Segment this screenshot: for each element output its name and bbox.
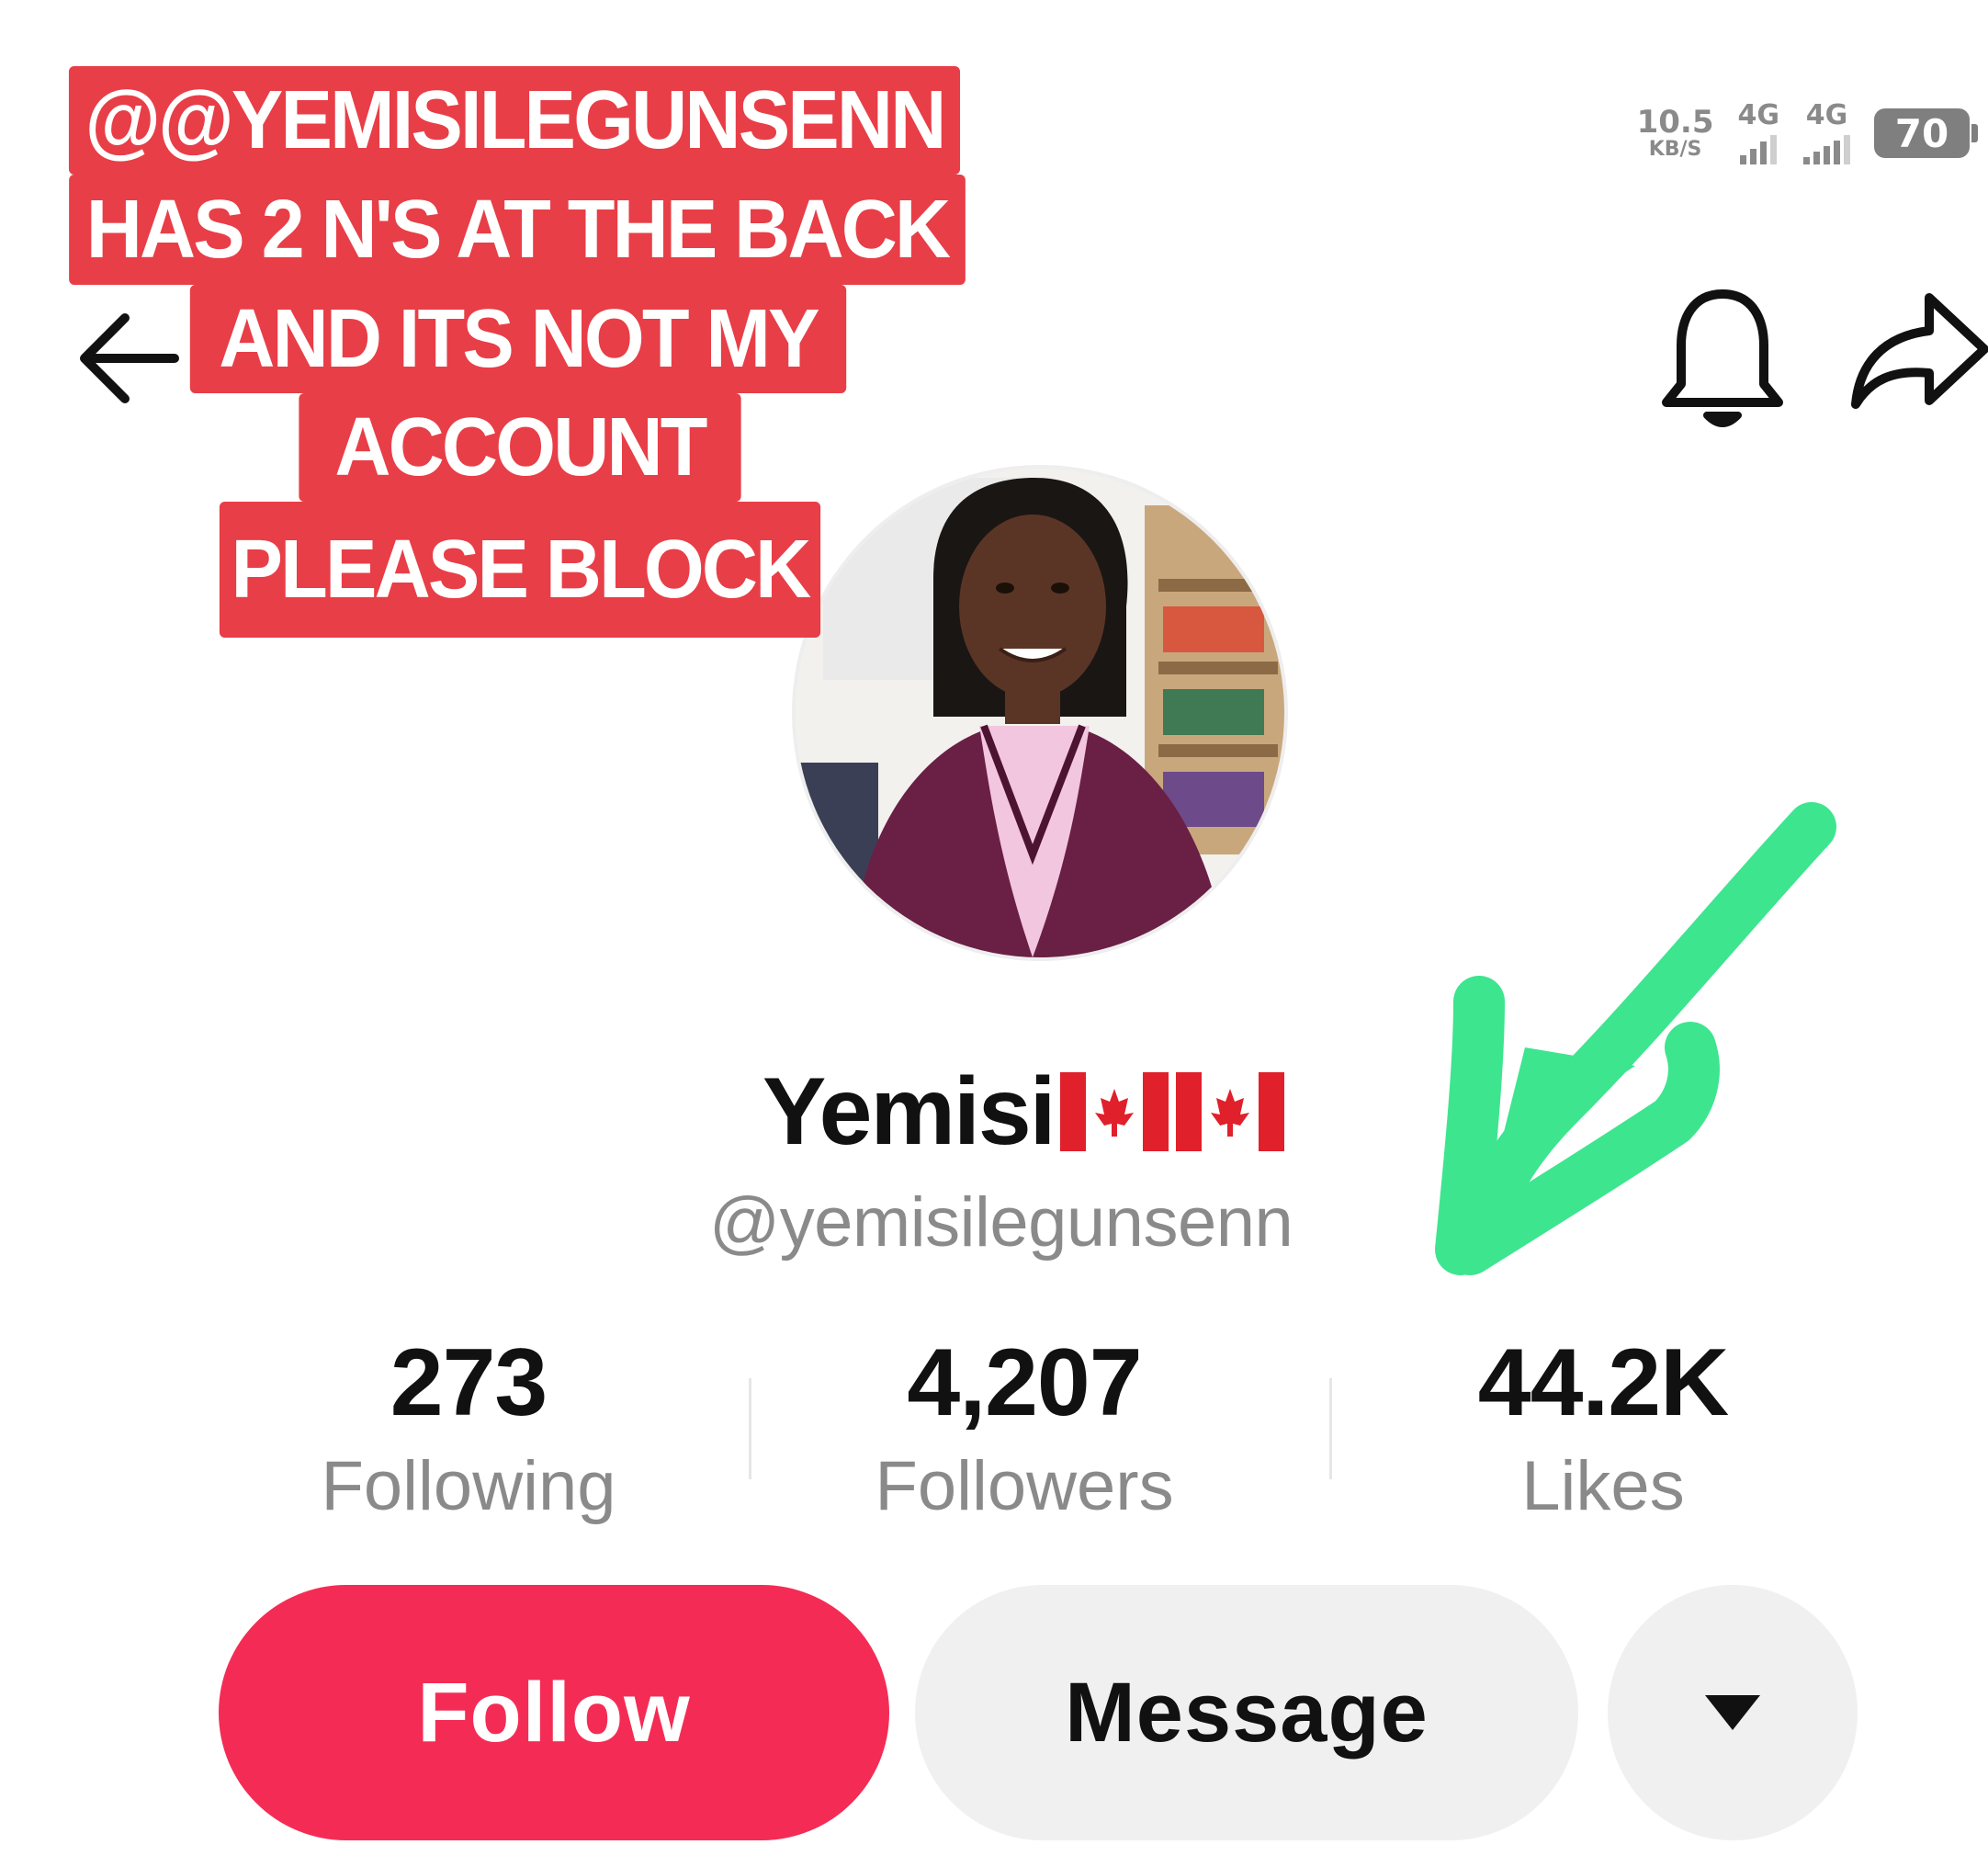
caption-line: @@YEMISILEGUNSENN (68, 66, 961, 175)
more-options-button[interactable] (1608, 1585, 1858, 1840)
battery-icon: 70 (1874, 108, 1978, 158)
canada-flag-icon (1059, 1072, 1169, 1151)
signal-bars-icon (1740, 133, 1778, 164)
sim2-network-label: 4G (1805, 99, 1848, 131)
signal-sim1: 4G (1737, 99, 1780, 164)
stat-followers-value: 4,207 (907, 1330, 1142, 1436)
notifications-button[interactable] (1654, 285, 1791, 441)
stat-likes: 44.2K Likes (1346, 1323, 1860, 1531)
share-arrow-icon (1851, 293, 1988, 409)
signal-bars-icon (1803, 133, 1850, 164)
sim1-network-label: 4G (1737, 99, 1780, 131)
follow-button[interactable]: Follow (219, 1585, 889, 1840)
overlay-caption: @@YEMISILEGUNSENN HAS 2 N'S AT THE BACK … (0, 0, 1011, 662)
battery-level: 70 (1894, 110, 1949, 156)
username-handle: @yemisilegunsenn (709, 1182, 1293, 1262)
network-speed-value: 10.5 (1636, 104, 1714, 141)
stat-likes-label: Likes (1521, 1447, 1685, 1525)
canada-flag-icon (1175, 1072, 1284, 1151)
profile-stats: 273 Following 4,207 Followers 44.2K Like… (211, 1323, 1791, 1544)
display-name: Yemisi (762, 1057, 1286, 1167)
share-button[interactable] (1847, 285, 1988, 423)
display-name-text: Yemisi (762, 1058, 1056, 1165)
stat-following-label: Following (321, 1447, 616, 1525)
stat-followers-label: Followers (875, 1447, 1174, 1525)
stat-following-value: 273 (390, 1330, 548, 1436)
network-speed-unit: KB/S (1648, 138, 1702, 161)
caption-line: AND ITS NOT MY (189, 285, 847, 393)
caption-line: PLEASE BLOCK (219, 502, 821, 638)
stat-likes-value: 44.2K (1477, 1330, 1730, 1436)
caption-line: HAS 2 N'S AT THE BACK (69, 175, 966, 285)
bell-icon (1662, 289, 1783, 427)
stat-divider (749, 1378, 751, 1479)
signal-sim2: 4G (1803, 102, 1850, 164)
network-speed: 10.5 KB/S (1637, 107, 1714, 160)
triangle-down-icon (1705, 1695, 1760, 1730)
message-button[interactable]: Message (915, 1585, 1578, 1840)
caption-line: ACCOUNT (299, 393, 741, 502)
stat-followers[interactable]: 4,207 Followers (767, 1323, 1282, 1531)
green-arrow-annotation (1435, 802, 1836, 1275)
stat-divider (1329, 1378, 1332, 1479)
status-bar: 10.5 KB/S 4G 4G 70 (1637, 92, 1978, 175)
stat-following[interactable]: 273 Following (211, 1323, 726, 1531)
